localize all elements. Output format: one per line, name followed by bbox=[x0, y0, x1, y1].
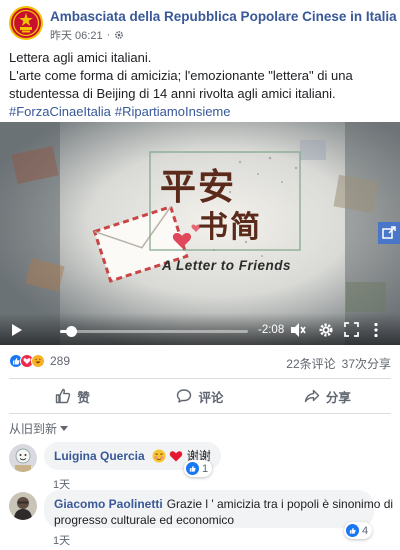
comment-like-number: 4 bbox=[362, 524, 369, 537]
engagement-stats: 289 22条评论 37次分享 bbox=[0, 350, 400, 376]
chevron-down-icon bbox=[60, 426, 69, 431]
comment-sort-label: 从旧到新 bbox=[9, 422, 58, 436]
comment-author-link[interactable]: Luigina Quercia bbox=[54, 449, 145, 463]
thumbs-up-icon bbox=[56, 388, 71, 404]
haha-reaction-icon bbox=[31, 354, 45, 368]
more-options-icon[interactable] bbox=[372, 322, 380, 338]
video-time-remaining: -2:08 bbox=[258, 324, 285, 336]
comment-timestamp[interactable]: 1天 bbox=[53, 532, 70, 548]
page-name-link[interactable]: Ambasciata della Repubblica Popolare Cin… bbox=[50, 9, 397, 24]
mute-icon[interactable] bbox=[290, 322, 306, 338]
thumbs-up-icon bbox=[346, 524, 359, 537]
post-line: studentessa di Beijing di 14 anni rivolt… bbox=[9, 86, 336, 101]
reaction-summary[interactable]: 289 bbox=[9, 354, 70, 368]
comment-share-counts: 22条评论 37次分享 bbox=[286, 355, 391, 372]
comment-text: progresso culturale ed economico bbox=[54, 513, 235, 527]
comment-text: Grazie l ' amicizia tra i popoli è sinon… bbox=[166, 497, 394, 511]
comment-author-link[interactable]: Giacomo Paolinetti bbox=[54, 497, 163, 511]
reaction-count: 289 bbox=[50, 354, 71, 368]
fullscreen-icon[interactable] bbox=[344, 322, 359, 337]
commenter-avatar[interactable] bbox=[9, 492, 37, 520]
national-emblem-icon bbox=[12, 9, 40, 37]
like-button-label: 赞 bbox=[77, 390, 90, 405]
post-meta: 昨天 06:21 · bbox=[50, 27, 124, 43]
post-message: Lettera agli amici italiani. L'arte come… bbox=[9, 49, 394, 121]
video-controls: -2:08 bbox=[0, 313, 400, 345]
video-progress-bar[interactable] bbox=[60, 326, 248, 337]
thumbs-up-icon bbox=[186, 462, 199, 475]
comment-like-number: 1 bbox=[202, 462, 209, 475]
comment-text-line: Giacomo Paolinetti Grazie l ' amicizia tr… bbox=[54, 496, 393, 512]
gear-icon[interactable] bbox=[318, 322, 334, 338]
video-player[interactable]: 平安 书简 A Letter to Friends -2:08 bbox=[0, 122, 400, 345]
comment-bubble-icon bbox=[177, 389, 192, 403]
comment-item: Giacomo Paolinetti Grazie l ' amicizia tr… bbox=[9, 490, 394, 548]
comment-sort-dropdown[interactable]: 从旧到新 bbox=[9, 420, 69, 437]
post-line: L'arte come forma di amicizia; l'emozion… bbox=[9, 68, 353, 83]
video-scrubber-handle[interactable] bbox=[66, 326, 78, 337]
video-subtitle: A Letter to Friends bbox=[162, 258, 292, 273]
red-heart-icon bbox=[169, 449, 183, 467]
share-to-icon[interactable] bbox=[378, 222, 400, 244]
video-title-line2: 书简 bbox=[198, 210, 262, 245]
comment-like-count[interactable]: 4 bbox=[344, 522, 373, 539]
blush-emoji-icon bbox=[152, 449, 166, 467]
comment-button[interactable]: 评论 bbox=[136, 379, 263, 413]
share-arrow-icon bbox=[304, 389, 320, 403]
share-button-label: 分享 bbox=[325, 390, 351, 405]
comment-count-link[interactable]: 22条评论 bbox=[286, 355, 335, 372]
share-count-link[interactable]: 37次分享 bbox=[342, 355, 391, 372]
comment-button-label: 评论 bbox=[198, 390, 224, 405]
settings-gear-icon[interactable] bbox=[114, 30, 124, 40]
play-icon[interactable] bbox=[10, 323, 24, 337]
page-avatar[interactable] bbox=[9, 6, 43, 40]
post-action-bar: 赞 评论 分享 bbox=[9, 378, 391, 414]
hashtag-row: #ForzaCinaeItalia #RipartiamoInsieme bbox=[9, 103, 394, 121]
comment-like-count[interactable]: 1 bbox=[184, 460, 213, 477]
post-timestamp[interactable]: 昨天 06:21 bbox=[50, 27, 103, 43]
like-button[interactable]: 赞 bbox=[9, 379, 136, 413]
comment-item: Luigina Quercia 谢谢 1 1天 bbox=[9, 442, 394, 491]
hashtag-link[interactable]: #ForzaCinaeItalia bbox=[9, 104, 111, 119]
post-line: Lettera agli amici italiani. bbox=[9, 50, 152, 65]
comment-bubble: Giacomo Paolinetti Grazie l ' amicizia tr… bbox=[44, 490, 393, 528]
post-header: Ambasciata della Repubblica Popolare Cin… bbox=[0, 0, 400, 44]
share-button[interactable]: 分享 bbox=[264, 379, 391, 413]
hashtag-link[interactable]: #RipartiamoInsieme bbox=[115, 104, 231, 119]
commenter-avatar[interactable] bbox=[9, 444, 37, 472]
